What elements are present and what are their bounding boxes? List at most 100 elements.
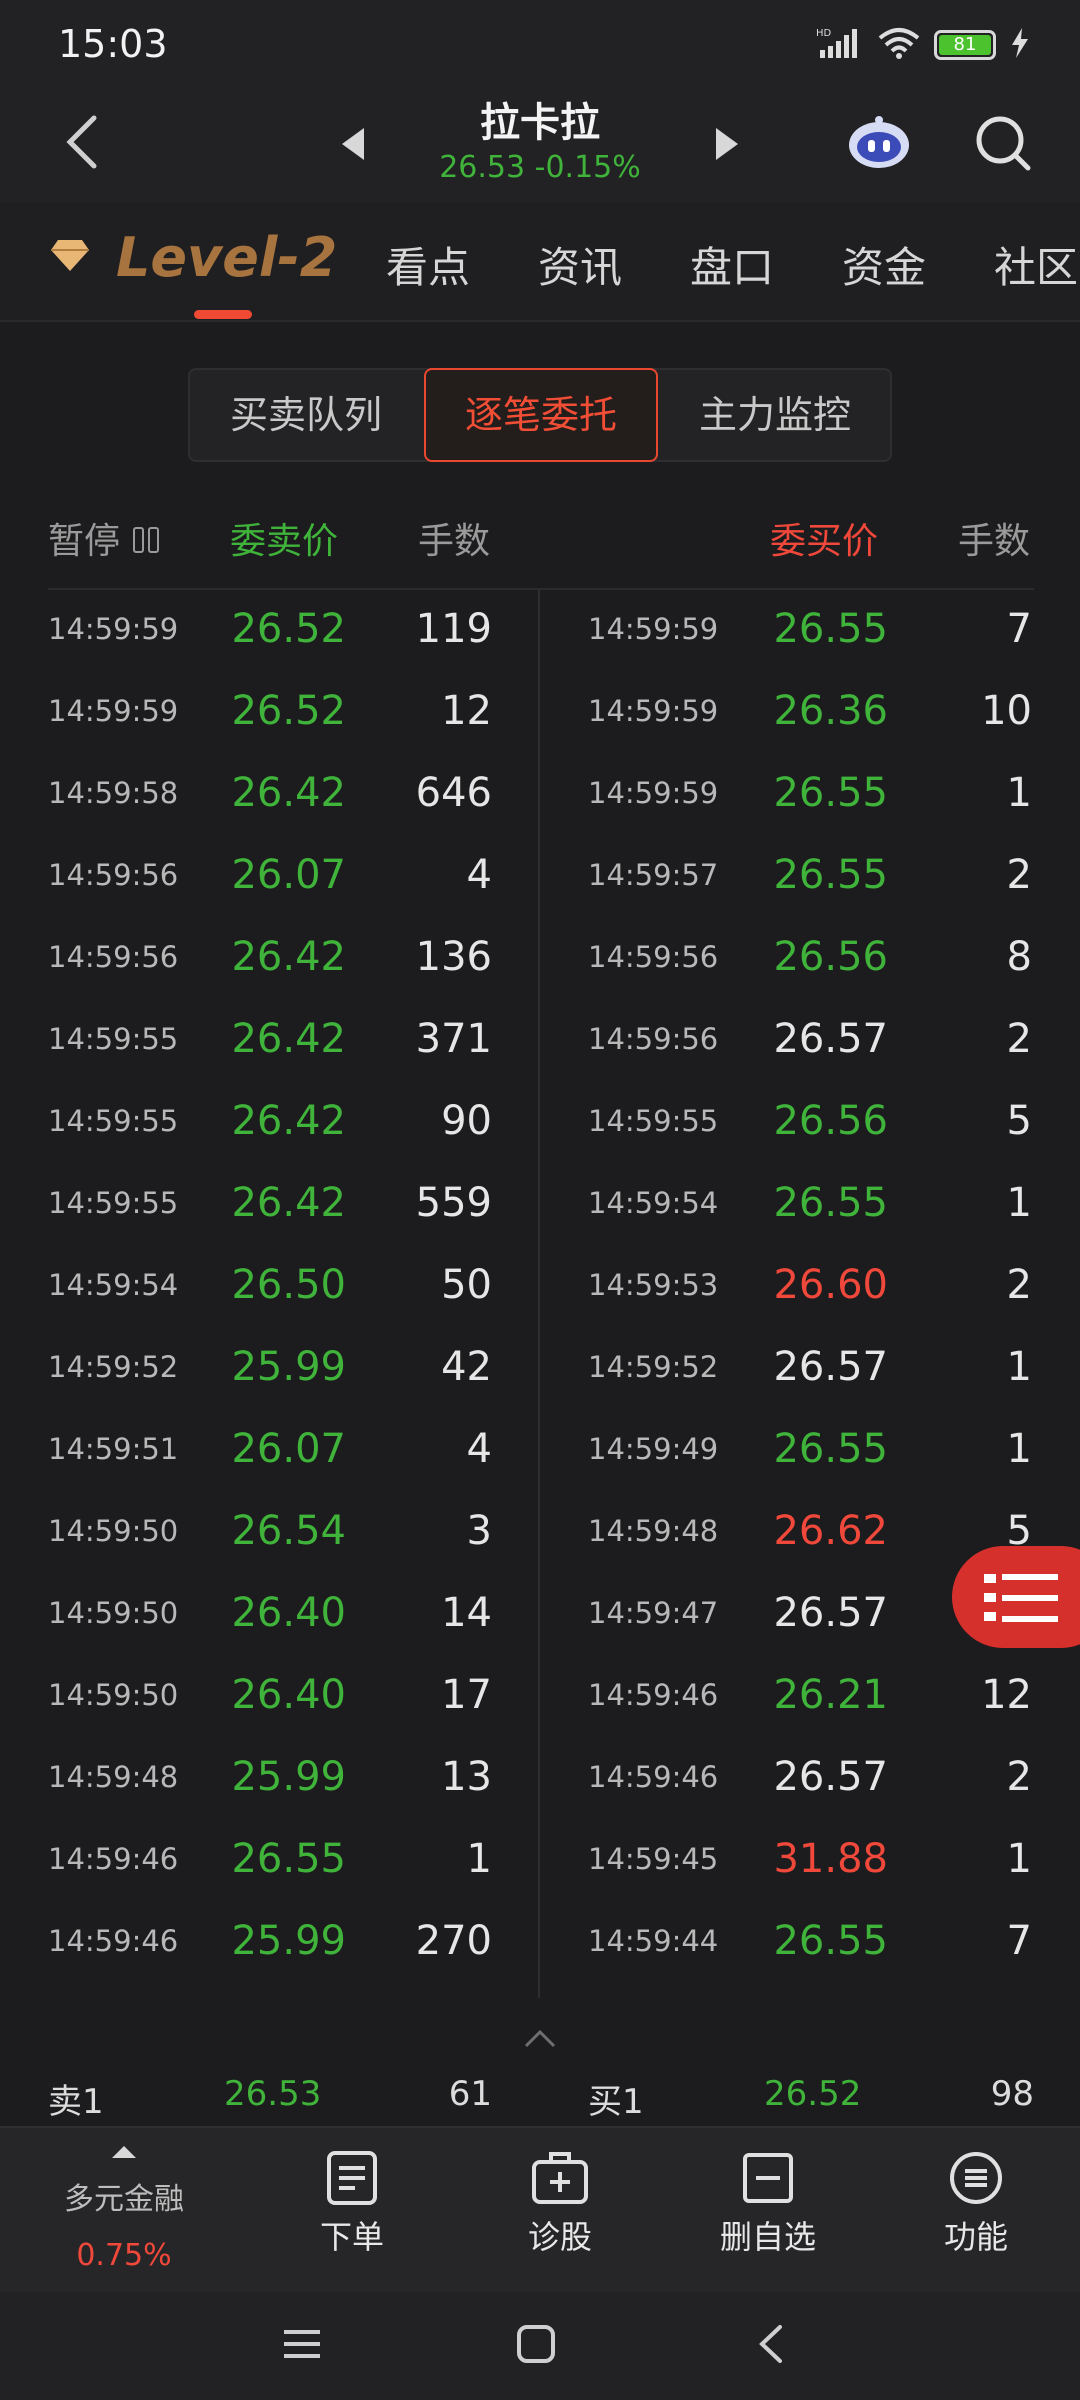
sell-order-price: 25.99 bbox=[231, 1918, 346, 1964]
expand-up-icon[interactable] bbox=[522, 2026, 558, 2054]
diagnose-stock-button[interactable]: 诊股 bbox=[470, 2150, 650, 2258]
signal-icon: HD bbox=[816, 26, 864, 64]
sell-order-qty: 559 bbox=[415, 1180, 492, 1226]
buy-order-price: 26.60 bbox=[773, 1262, 888, 1308]
sell-order-time: 14:59:56 bbox=[48, 940, 179, 974]
buy-order-time: 14:59:48 bbox=[588, 1514, 719, 1548]
order-row: 14:59:58 26.42 646 14:59:59 26.55 1 bbox=[0, 754, 1080, 836]
sell-order-time: 14:59:52 bbox=[48, 1350, 179, 1384]
system-nav-bar bbox=[0, 2292, 1080, 2400]
buy-order-time: 14:59:47 bbox=[588, 1596, 719, 1630]
sell-order-qty: 270 bbox=[415, 1918, 492, 1964]
prev-stock-button[interactable] bbox=[338, 126, 368, 166]
buy-order-price: 26.57 bbox=[773, 1344, 888, 1390]
buy-order-time: 14:59:57 bbox=[588, 858, 719, 892]
buy-order-price: 26.57 bbox=[773, 1590, 888, 1636]
segment-main-monitor[interactable]: 主力监控 bbox=[658, 370, 892, 460]
sell-order-qty: 1 bbox=[466, 1836, 492, 1882]
place-order-label: 下单 bbox=[319, 2218, 384, 2256]
buy-order-price: 26.55 bbox=[773, 852, 888, 898]
segment-queue[interactable]: 买卖队列 bbox=[190, 370, 422, 460]
buy-order-price: 26.21 bbox=[773, 1672, 888, 1718]
col-sell-price: 委卖价 bbox=[230, 521, 339, 562]
stock-name: 拉卡拉 bbox=[480, 100, 600, 146]
order-row: 14:59:55 26.42 371 14:59:56 26.57 2 bbox=[0, 1000, 1080, 1082]
buy-order-time: 14:59:59 bbox=[588, 612, 719, 646]
next-stock-button[interactable] bbox=[712, 126, 742, 166]
remove-icon bbox=[743, 2153, 793, 2203]
sell-order-qty: 13 bbox=[441, 1754, 492, 1800]
sector-indicator[interactable]: 多元金融 0.75% bbox=[44, 2144, 204, 2273]
sell-order-time: 14:59:54 bbox=[48, 1268, 179, 1302]
pause-button[interactable]: 暂停 bbox=[48, 512, 161, 564]
buy-order-price: 26.55 bbox=[773, 1180, 888, 1226]
tab-level2[interactable]: Level-2 bbox=[50, 226, 337, 289]
buy-order-time: 14:59:52 bbox=[588, 1350, 719, 1384]
tab-funds[interactable]: 资金 bbox=[842, 234, 926, 295]
tab-orderbook[interactable]: 盘口 bbox=[690, 234, 774, 295]
buy-order-qty: 2 bbox=[1006, 1016, 1032, 1062]
buy-order-qty: 2 bbox=[1006, 1262, 1032, 1308]
buy-order-qty: 5 bbox=[1006, 1098, 1032, 1144]
order-icon bbox=[327, 2151, 377, 2205]
buy-order-time: 14:59:59 bbox=[588, 776, 719, 810]
buy-order-price: 26.62 bbox=[773, 1508, 888, 1554]
functions-button[interactable]: 功能 bbox=[886, 2150, 1066, 2258]
sell-order-time: 14:59:46 bbox=[48, 1924, 179, 1958]
tab-kandian[interactable]: 看点 bbox=[386, 234, 470, 295]
battery-icon: 81 bbox=[934, 30, 996, 60]
battery-level: 81 bbox=[939, 35, 991, 55]
floating-menu-button[interactable] bbox=[952, 1546, 1080, 1648]
sell-order-price: 26.50 bbox=[231, 1262, 346, 1308]
sell-order-price: 26.40 bbox=[231, 1672, 346, 1718]
sector-up-icon bbox=[112, 2146, 136, 2158]
recent-apps-icon[interactable] bbox=[282, 2324, 322, 2368]
buy-order-time: 14:59:46 bbox=[588, 1678, 719, 1712]
buy-order-price: 26.55 bbox=[773, 1918, 888, 1964]
buy-order-qty: 2 bbox=[1006, 1754, 1032, 1800]
order-row: 14:59:5026.401414:59:4726.577 bbox=[0, 1574, 1080, 1656]
order-row: 14:59:55 26.42 559 14:59:54 26.55 1 bbox=[0, 1164, 1080, 1246]
wifi-icon bbox=[878, 26, 920, 64]
menu-icon bbox=[950, 2152, 1002, 2204]
remove-watchlist-button[interactable]: 删自选 bbox=[678, 2150, 858, 2258]
segment-order-by-order[interactable]: 逐笔委托 bbox=[424, 368, 658, 462]
tab-community[interactable]: 社区 bbox=[994, 234, 1078, 295]
buy-order-qty: 7 bbox=[1006, 606, 1032, 652]
pause-icon bbox=[131, 523, 161, 564]
best-quote-summary: 卖1 26.53 61 买1 26.52 98 bbox=[0, 2060, 1080, 2126]
bid1-label: 买1 bbox=[588, 2082, 644, 2122]
stock-header: 拉卡拉 26.53 -0.15% bbox=[0, 86, 1080, 202]
ask1-label: 卖1 bbox=[48, 2082, 104, 2122]
order-row: 14:59:56 26.42 136 14:59:56 26.56 8 bbox=[0, 918, 1080, 1000]
bid1-price: 26.52 bbox=[764, 2074, 862, 2114]
sell-order-price: 26.55 bbox=[231, 1836, 346, 1882]
level2-label: Level-2 bbox=[116, 226, 338, 289]
sell-order-qty: 4 bbox=[466, 1426, 492, 1472]
status-bar: 15:03 HD 81 bbox=[0, 0, 1080, 86]
sell-order-price: 26.07 bbox=[231, 852, 346, 898]
order-row: 14:59:51 26.07 4 14:59:49 26.55 1 bbox=[0, 1410, 1080, 1492]
order-view-selector: 买卖队列 逐笔委托 主力监控 bbox=[188, 368, 892, 462]
sell-order-qty: 371 bbox=[415, 1016, 492, 1062]
place-order-button[interactable]: 下单 bbox=[262, 2150, 442, 2258]
order-row: 14:59:55 26.42 90 14:59:55 26.56 5 bbox=[0, 1082, 1080, 1164]
buy-order-time: 14:59:59 bbox=[588, 694, 719, 728]
robot-assistant-icon[interactable] bbox=[846, 116, 912, 170]
sector-name: 多元金融 bbox=[64, 2182, 184, 2217]
search-icon[interactable] bbox=[974, 114, 1032, 172]
sell-order-qty: 12 bbox=[441, 688, 492, 734]
order-row: 14:59:54 26.50 50 14:59:53 26.60 2 bbox=[0, 1246, 1080, 1328]
home-icon[interactable] bbox=[516, 2324, 556, 2368]
sell-order-price: 26.07 bbox=[231, 1426, 346, 1472]
bottom-toolbar: 多元金融 0.75% 下单 诊股 删自选 功能 bbox=[0, 2126, 1080, 2292]
tab-news[interactable]: 资讯 bbox=[538, 234, 622, 295]
buy-order-qty: 8 bbox=[1006, 934, 1032, 980]
sell-order-time: 14:59:55 bbox=[48, 1186, 179, 1220]
ask1-qty: 61 bbox=[448, 2074, 492, 2114]
sell-order-time: 14:59:50 bbox=[48, 1596, 179, 1630]
svg-text:HD: HD bbox=[816, 28, 832, 39]
ask1-price: 26.53 bbox=[224, 2074, 322, 2114]
status-icons: HD 81 bbox=[816, 26, 1030, 64]
system-back-icon[interactable] bbox=[752, 2324, 792, 2368]
